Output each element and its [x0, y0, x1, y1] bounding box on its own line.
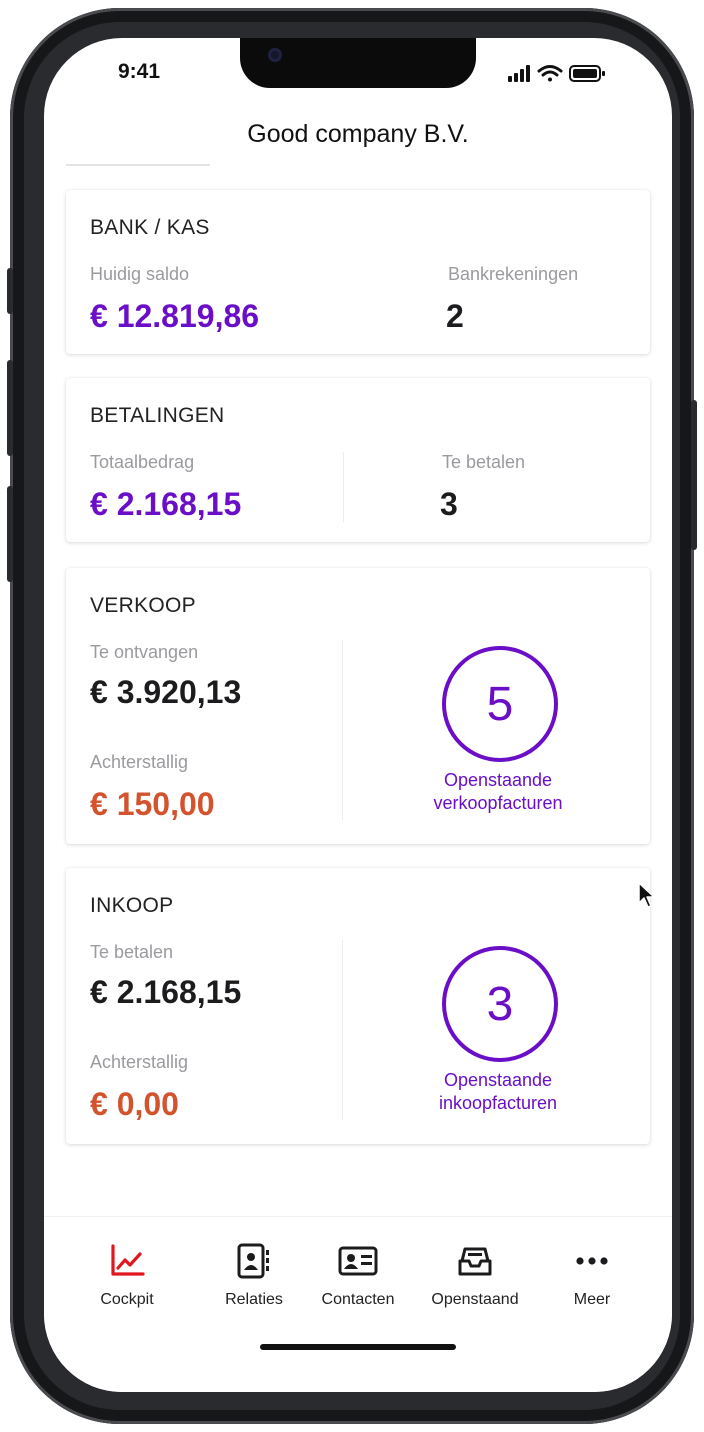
phone-screen: 9:41 Good company B.V. BANK / KAS Huidig…	[44, 38, 672, 1392]
front-camera	[268, 48, 282, 62]
tab-contacten-label: Contacten	[321, 1291, 395, 1308]
purchase-card[interactable]: INKOOP Te betalen € 2.168,15 Achterstall…	[66, 868, 650, 1144]
cellular-signal-icon	[508, 65, 530, 82]
sales-card[interactable]: VERKOOP Te ontvangen € 3.920,13 Achterst…	[66, 568, 650, 844]
to-receive-label: Te ontvangen	[90, 642, 199, 662]
bank-card-title: BANK / KAS	[90, 216, 210, 239]
tab-contacten[interactable]: Contacten	[303, 1241, 413, 1309]
purchase-overdue-value: € 0,00	[90, 1086, 179, 1122]
to-pay-value: 3	[440, 486, 458, 522]
sales-overdue-label: Achterstallig	[90, 752, 189, 772]
bank-accounts-value: 2	[446, 298, 464, 334]
tab-cockpit[interactable]: Cockpit	[72, 1241, 182, 1309]
sales-overdue-value: € 150,00	[90, 786, 215, 822]
payments-card-title: BETALINGEN	[90, 404, 225, 427]
battery-icon	[569, 65, 605, 82]
bank-card[interactable]: BANK / KAS Huidig saldo € 12.819,86 Bank…	[66, 190, 650, 354]
to-receive-value: € 3.920,13	[90, 674, 242, 710]
phone-power-button	[691, 400, 697, 550]
tab-cockpit-label: Cockpit	[100, 1291, 154, 1308]
header-underline	[66, 164, 210, 166]
to-pay-label: Te betalen	[442, 452, 526, 472]
balance-label: Huidig saldo	[90, 264, 190, 284]
phone-volume-up-button	[7, 360, 13, 456]
more-dots-icon	[576, 1257, 608, 1265]
purchase-to-pay-label: Te betalen	[90, 942, 174, 962]
purchase-card-title: INKOOP	[90, 894, 174, 917]
open-sales-caption-line1: Openstaande	[443, 770, 553, 790]
open-sales-invoices-caption[interactable]: Openstaande verkoopfacturen	[388, 769, 608, 815]
purchase-overdue-label: Achterstallig	[90, 1052, 189, 1072]
wifi-icon	[537, 65, 563, 82]
bank-accounts-label: Bankrekeningen	[448, 264, 579, 284]
balance-value: € 12.819,86	[90, 298, 260, 334]
tab-openstaand[interactable]: Openstaand	[420, 1241, 530, 1309]
open-sales-caption-line2: verkoopfacturen	[433, 793, 563, 813]
chart-line-icon	[111, 1244, 145, 1276]
phone-volume-down-button	[7, 486, 13, 582]
mouse-cursor-icon	[638, 882, 655, 908]
status-icons	[508, 65, 605, 82]
sales-card-title: VERKOOP	[90, 594, 196, 617]
total-amount-label: Totaalbedrag	[90, 452, 195, 472]
tab-relaties-label: Relaties	[225, 1291, 283, 1308]
open-purchase-caption-line1: Openstaande	[443, 1070, 553, 1090]
tab-openstaand-label: Openstaand	[431, 1291, 519, 1308]
open-purchase-caption-line2: inkoopfacturen	[438, 1093, 558, 1113]
open-sales-invoices-count[interactable]: 5	[442, 646, 558, 762]
open-purchase-invoices-count[interactable]: 3	[442, 946, 558, 1062]
purchase-to-pay-value: € 2.168,15	[90, 974, 242, 1010]
payments-card[interactable]: BETALINGEN Totaalbedrag € 2.168,15 Te be…	[66, 378, 650, 542]
notch	[240, 38, 476, 88]
company-title[interactable]: Good company B.V.	[44, 120, 672, 149]
tab-relaties[interactable]: Relaties	[199, 1241, 309, 1309]
payments-divider	[343, 452, 344, 522]
phone-action-button	[7, 268, 13, 314]
bottom-tab-bar: Cockpit Relaties Contacten Openstaand Me…	[44, 1216, 672, 1392]
total-amount-value: € 2.168,15	[90, 486, 242, 522]
contact-card-icon	[338, 1246, 378, 1276]
open-purchase-invoices-caption[interactable]: Openstaande inkoopfacturen	[388, 1069, 608, 1115]
inbox-tray-icon	[458, 1247, 492, 1276]
address-book-icon	[237, 1243, 269, 1279]
tab-meer[interactable]: Meer	[537, 1241, 647, 1309]
sales-divider	[342, 640, 343, 820]
status-time: 9:41	[118, 60, 161, 83]
home-indicator[interactable]	[260, 1344, 456, 1350]
purchase-divider	[342, 940, 343, 1120]
tab-meer-label: Meer	[573, 1291, 611, 1308]
